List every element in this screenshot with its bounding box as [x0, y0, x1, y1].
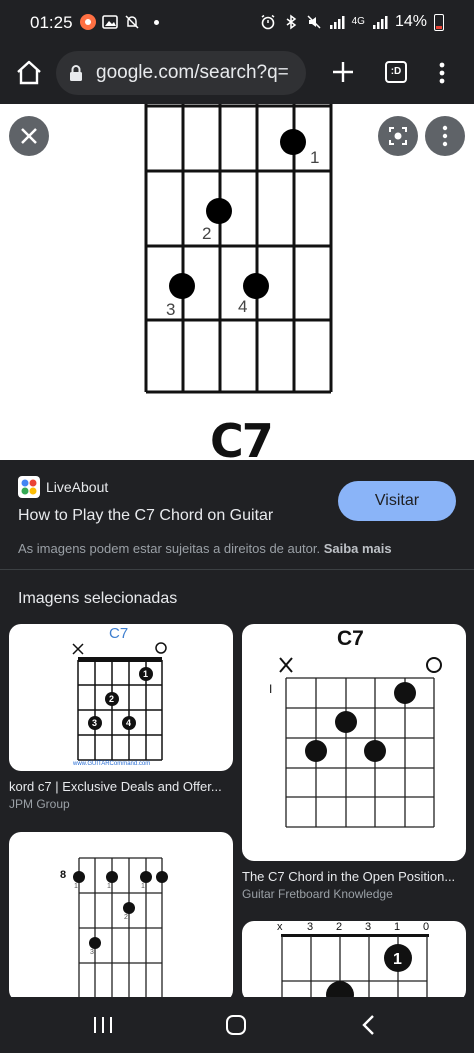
finger-label-3: 3 [166, 300, 176, 319]
close-preview-button[interactable] [9, 116, 49, 156]
recent-apps-icon[interactable] [89, 1011, 117, 1039]
svg-text:1: 1 [143, 669, 148, 679]
card-1-source[interactable]: JPM Group [9, 797, 70, 811]
lens-icon [389, 127, 407, 145]
card-2-title[interactable]: The C7 Chord in the Open Position... [242, 869, 466, 884]
tab-switcher-button[interactable]: :D [385, 61, 407, 83]
card-3-finger-2: 1 [107, 883, 111, 890]
bluetooth-icon [283, 14, 299, 30]
source-name[interactable]: LiveAbout [46, 479, 108, 495]
more-notifications-dot [154, 19, 159, 25]
lock-icon[interactable] [68, 64, 84, 82]
notifications-off-icon [124, 14, 140, 30]
notification-icons [80, 14, 159, 30]
liveabout-logo-icon[interactable] [18, 476, 40, 498]
finger-label-2: 2 [202, 224, 212, 243]
url-text[interactable]: google.com/search?q= [96, 62, 301, 84]
svg-text:1: 1 [393, 951, 402, 968]
card-3-finger-3: 1 [141, 883, 145, 890]
card-1-watermark: www.GUITARCommand.com [73, 761, 151, 767]
visit-button[interactable]: Visitar [338, 481, 456, 521]
card-2-fret-marker: I [269, 682, 273, 696]
battery-percent: 14% [394, 13, 427, 30]
back-icon[interactable] [355, 1011, 383, 1039]
home-icon[interactable] [14, 58, 44, 88]
chord-diagram-1: 1 2 3 4 [72, 642, 167, 761]
source-title[interactable]: How to Play the C7 Chord on Guitar [18, 507, 273, 525]
svg-text:3: 3 [92, 718, 97, 728]
status-bar: 01:25 4G 14% [0, 0, 474, 46]
card-4-label-4: 3 [365, 921, 372, 933]
finger-label-4: 4 [238, 297, 248, 316]
lens-button[interactable] [378, 116, 418, 156]
preview-more-button[interactable] [425, 116, 465, 156]
chord-name: C7 [210, 414, 274, 460]
card-2-chord-label: C7 [337, 627, 364, 650]
chord-diagram-large [144, 104, 333, 394]
system-nav-bar [0, 997, 474, 1053]
card-1-title[interactable]: kord c7 | Exclusive Deals and Offer... [9, 779, 233, 794]
card-4-label-6: 0 [423, 921, 430, 933]
card-3-fret-label: 8 [60, 869, 67, 881]
related-image-3[interactable]: 8 1 1 1 2 3 [9, 832, 233, 1002]
card-3-finger-5: 3 [90, 949, 94, 956]
related-image-4[interactable]: 1 x 3 2 3 1 0 [242, 921, 466, 1002]
system-icons: 4G 14% [260, 13, 444, 31]
close-icon [21, 128, 37, 144]
address-bar[interactable]: google.com/search?q= [56, 51, 306, 95]
learn-more-link[interactable]: Saiba mais [324, 541, 392, 556]
divider [0, 569, 474, 570]
screen: 01:25 4G 14% google.com/search?q=:D 1 2… [0, 0, 474, 1053]
related-image-2[interactable]: C7 I [242, 624, 466, 861]
copyright-text: As imagens podem estar sujeitas a direit… [18, 541, 321, 556]
network-type: 4G [351, 16, 365, 27]
new-tab-icon[interactable] [330, 59, 356, 85]
more-options-icon[interactable] [432, 60, 452, 86]
svg-text:2: 2 [109, 694, 114, 704]
copyright-notice: As imagens podem estar sujeitas a direit… [18, 541, 392, 556]
cell-signal-icon [372, 14, 388, 30]
home-nav-icon[interactable] [222, 1011, 250, 1039]
card-3-finger-1: 1 [74, 883, 78, 890]
alarm-icon [260, 14, 276, 30]
image-preview[interactable]: 1 2 3 4 C7 [0, 104, 474, 460]
card-3-finger-4: 2 [124, 914, 128, 921]
related-section-title: Imagens selecionadas [18, 590, 178, 607]
finger-label-1: 1 [310, 148, 320, 167]
browser-toolbar: google.com/search?q= :D [0, 46, 474, 104]
chord-diagram-2 [279, 657, 442, 828]
card-4-label-2: 3 [307, 921, 314, 933]
card-1-chord-label: C7 [109, 625, 129, 642]
wifi-signal-icon [329, 14, 345, 30]
gallery-icon [102, 14, 118, 30]
card-2-source[interactable]: Guitar Fretboard Knowledge [242, 887, 393, 901]
mute-icon [306, 14, 322, 30]
battery-icon [434, 13, 444, 31]
chord-diagram-3 [73, 857, 168, 1002]
card-4-label-1: x [277, 921, 283, 933]
status-time: 01:25 [30, 13, 73, 32]
app-notification-icon [80, 14, 96, 30]
related-image-1[interactable]: 1 2 3 4 C7 www.GUITARCommand.com [9, 624, 233, 771]
svg-text:4: 4 [126, 718, 131, 728]
card-4-label-5: 1 [394, 921, 401, 933]
card-4-label-3: 2 [336, 921, 343, 933]
chord-diagram-4: 1 [281, 934, 429, 1002]
source-panel: LiveAbout How to Play the C7 Chord on Gu… [0, 460, 474, 570]
more-vert-icon [442, 125, 448, 147]
